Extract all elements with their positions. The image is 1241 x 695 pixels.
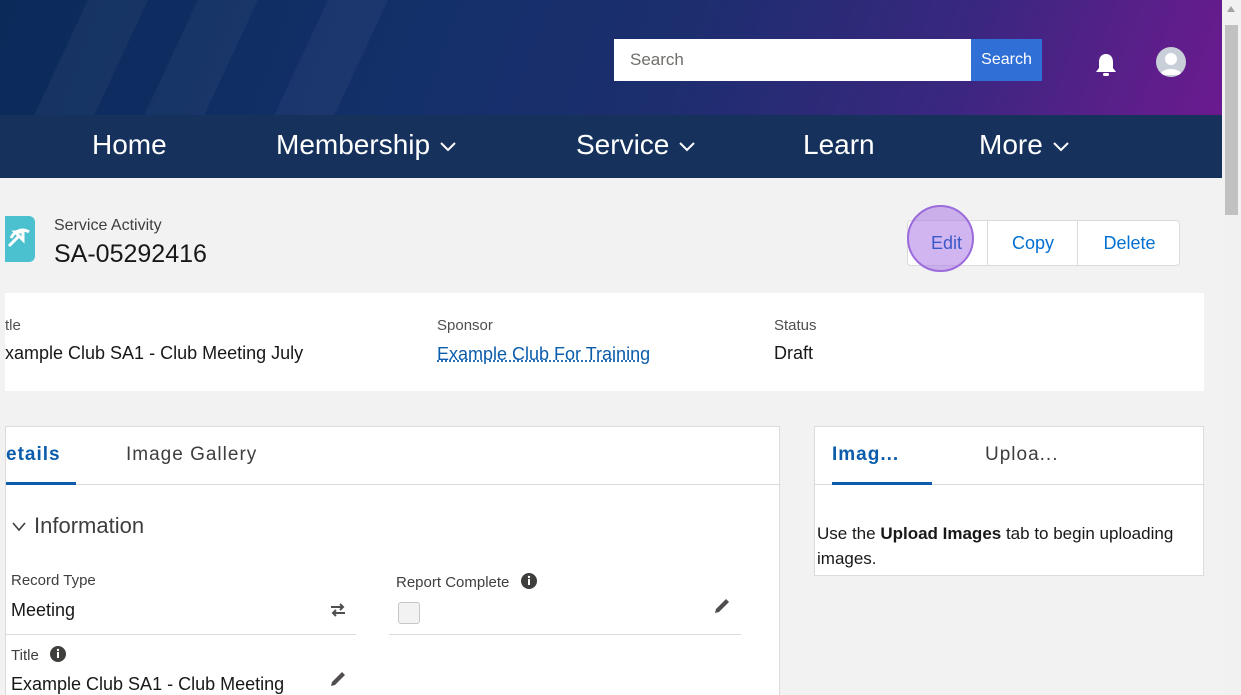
header-decoration [262, 0, 398, 115]
highlights-panel: tle xample Club SA1 - Club Meeting July … [5, 293, 1204, 391]
section-toggle-information[interactable]: Information [12, 513, 144, 539]
search-input[interactable] [614, 39, 971, 81]
status-value: Draft [774, 343, 814, 363]
global-header: Search [0, 0, 1222, 115]
edit-pencil-icon[interactable] [329, 670, 347, 688]
sponsor-link[interactable]: Example Club For Training [437, 344, 650, 365]
nav-label: Membership [276, 129, 431, 160]
section-title: Information [34, 513, 145, 538]
nav-item-service[interactable]: Service [576, 115, 696, 178]
field-divider [6, 634, 356, 635]
record-type-value: Meeting [11, 600, 76, 620]
image-tabset: Imag... Uploa... [815, 427, 1203, 485]
nav-label: Service [576, 129, 670, 160]
info-icon[interactable] [520, 572, 538, 590]
tab-label: Image Gallery [126, 444, 258, 465]
sponsor-label: Sponsor [437, 317, 493, 334]
change-record-type-icon[interactable] [328, 601, 348, 619]
report-complete-checkbox[interactable] [398, 602, 420, 624]
nav-label: More [979, 129, 1043, 160]
info-icon[interactable] [49, 645, 67, 663]
header-decoration [22, 0, 158, 115]
record-object-type: Service Activity [54, 217, 162, 234]
field-divider [389, 634, 741, 635]
status-label: Status [774, 317, 817, 334]
report-complete-text: Report Complete [396, 574, 510, 591]
page-scrollbar[interactable] [1222, 0, 1241, 695]
nav-label: Home [92, 129, 167, 160]
user-avatar-icon[interactable] [1156, 47, 1186, 77]
help-text-bold: Upload Images [880, 524, 1002, 543]
record-type-label: Record Type [11, 572, 96, 589]
chevron-down-icon [12, 522, 26, 532]
title-value: xample Club SA1 - Club Meeting July [5, 343, 304, 363]
edit-button-label[interactable]: Edit [907, 220, 986, 266]
active-tab-indicator [832, 482, 932, 485]
service-activity-icon [5, 216, 35, 262]
copy-button[interactable]: Copy [987, 221, 1078, 265]
report-complete-label: Report Complete [396, 572, 538, 591]
title-label: tle [5, 317, 21, 334]
scroll-up-arrow-icon[interactable] [1227, 6, 1235, 12]
tab-label: etails [6, 444, 61, 465]
tab-images[interactable]: Imag... [832, 427, 932, 485]
help-text-part: Use the [817, 524, 881, 543]
chevron-down-icon [440, 141, 456, 152]
tab-details[interactable]: etails [6, 427, 76, 485]
nav-item-home[interactable]: Home [92, 115, 167, 178]
nav-item-membership[interactable]: Membership [276, 115, 456, 178]
chevron-down-icon [679, 141, 696, 152]
tab-image-gallery[interactable]: Image Gallery [126, 427, 257, 484]
image-upload-card: Imag... Uploa... Use the Upload Images t… [814, 426, 1204, 576]
title-field-value: Example Club SA1 - Club Meeting [11, 674, 285, 694]
tab-label: Uploa... [985, 444, 1059, 465]
nav-item-learn[interactable]: Learn [803, 115, 875, 178]
delete-button[interactable]: Delete [1077, 221, 1181, 265]
title-field-text: Title [11, 647, 39, 664]
nav-item-more[interactable]: More [979, 115, 1069, 178]
tab-label: Imag... [832, 444, 900, 465]
header-decoration [132, 0, 268, 115]
chevron-down-icon [1053, 141, 1069, 152]
tab-upload-images[interactable]: Uploa... [985, 427, 1058, 484]
app-navigation: Home Membership Service Learn More [0, 115, 1222, 178]
active-tab-indicator [6, 482, 76, 485]
details-card: etails Image Gallery Information Record … [5, 426, 780, 695]
notifications-bell-icon[interactable] [1094, 52, 1118, 78]
nav-label: Learn [803, 129, 875, 160]
title-field-label: Title [11, 645, 67, 664]
record-name: SA-05292416 [54, 240, 207, 268]
search-button[interactable]: Search [971, 39, 1042, 81]
scrollbar-thumb[interactable] [1225, 25, 1238, 215]
details-tabset: etails Image Gallery [6, 427, 779, 485]
upload-help-text: Use the Upload Images tab to begin uploa… [817, 521, 1177, 571]
edit-pencil-icon[interactable] [713, 597, 731, 615]
